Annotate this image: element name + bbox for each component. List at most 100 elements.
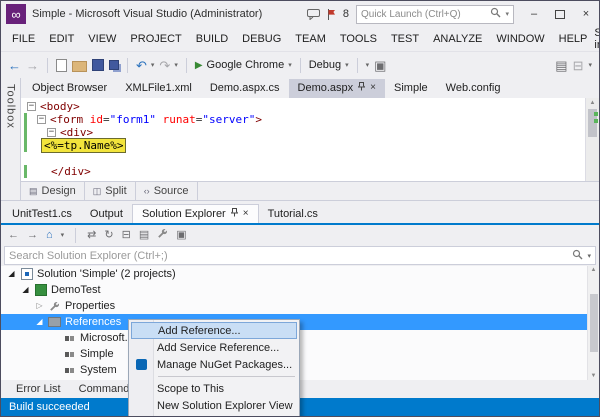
scroll-up-icon[interactable]: ▲ [586,98,599,108]
tab-label: XMLFile1.xml [125,82,192,94]
menu-item-tools[interactable]: TOOLS [333,33,384,45]
expander-icon[interactable]: ◢ [21,286,30,294]
chevron-down-icon[interactable]: ▾ [505,10,509,18]
new-file-icon[interactable] [56,58,67,72]
fold-collapse-icon[interactable]: − [47,128,56,137]
editor-scrollbar[interactable]: ▲ [585,98,599,181]
show-all-files-icon[interactable]: ▤ [139,229,149,241]
undo-dropdown[interactable]: ↶ ▾ [136,59,154,72]
menu-item-manage-nuget-packages[interactable]: Manage NuGet Packages... [130,356,298,373]
tree-item-demotest[interactable]: ◢ DemoTest [1,282,599,298]
close-tab-icon[interactable]: × [243,209,249,219]
pin-icon[interactable] [230,208,239,220]
navigate-forward-icon[interactable]: → [26,59,39,72]
tab-demo-aspx[interactable]: Demo.aspx × [288,79,386,98]
menu-item-file[interactable]: FILE [5,33,42,45]
notifications-flag-icon[interactable] [327,8,336,20]
open-file-icon[interactable] [72,60,87,72]
code-editor[interactable]: − <body> − <form id = "form1" runat = "s… [21,98,585,181]
menu-item-test[interactable]: TEST [384,33,426,45]
forward-icon[interactable]: → [27,229,38,241]
switch-views-chevron-icon[interactable]: ▾ [61,231,65,239]
start-debug-button[interactable]: ▶ Google Chrome ▾ [195,59,292,71]
scrollbar-thumb[interactable] [589,294,598,352]
menu-item-team[interactable]: TEAM [288,33,333,45]
maximize-button[interactable] [547,5,573,24]
solution-configuration-dropdown[interactable]: Debug ▾ [309,59,349,71]
sign-in-button[interactable]: Sign in ▾ [594,27,599,51]
toolbar-options-chevron-icon[interactable]: ▾ [588,61,592,69]
menu-item-scope-to-this[interactable]: Scope to This [130,380,298,397]
tab-web-config[interactable]: Web.config [437,79,510,98]
menu-item-new-solution-explorer-view[interactable]: New Solution Explorer View [130,397,298,414]
tab-demo-aspx-cs[interactable]: Demo.aspx.cs [201,79,289,98]
tab-design[interactable]: ▤ Design [21,182,85,200]
find-in-files-icon[interactable]: ▣ [374,59,386,72]
comment-icon[interactable]: ⊟ [573,59,584,72]
tree-item-microsoft-csharp[interactable]: Microsoft.CSharp [1,330,599,346]
tab-output[interactable]: Output [81,205,132,223]
menu-item-add-reference[interactable]: Add Reference... [131,322,297,339]
quick-launch-input[interactable]: Quick Launch (Ctrl+Q) ▾ [356,4,514,24]
expander-icon[interactable]: ◢ [35,318,44,326]
fold-collapse-icon[interactable]: − [37,115,46,124]
undo-icon[interactable]: ↶ [136,59,147,72]
preview-selected-items-icon[interactable]: ▣ [176,229,186,241]
server-code-nugget: <%=tp.Name%> [41,138,127,153]
expander-icon[interactable]: ▷ [35,302,44,310]
tab-tutorial[interactable]: Tutorial.cs [259,205,327,223]
tab-unittest1[interactable]: UnitTest1.cs [3,205,81,223]
menu-item-add-service-reference[interactable]: Add Service Reference... [130,339,298,356]
tab-solution-explorer[interactable]: Solution Explorer × [131,204,259,223]
pin-icon[interactable] [357,82,366,94]
scroll-down-icon[interactable]: ▼ [591,373,597,379]
sync-with-active-document-icon[interactable]: ⇄ [87,229,96,241]
chevron-down-icon[interactable]: ▾ [587,252,591,260]
expander-icon[interactable]: ◢ [7,270,16,278]
tree-item-system[interactable]: System [1,362,599,378]
menu-item-view[interactable]: VIEW [81,33,123,45]
tab-simple[interactable]: Simple [385,79,437,98]
chevron-down-icon: ▾ [365,62,370,69]
feedback-icon[interactable] [306,8,320,20]
menu-item-edit[interactable]: EDIT [42,33,81,45]
properties-icon[interactable] [157,228,168,242]
redo-icon[interactable]: ↷ [159,59,170,72]
menu-item-analyze[interactable]: ANALYZE [426,33,489,45]
save-all-icon[interactable] [109,60,119,70]
close-tab-icon[interactable]: × [370,83,376,93]
tab-source[interactable]: ‹› Source [136,182,198,200]
redo-dropdown[interactable]: ↷ ▾ [159,59,177,72]
tree-scrollbar[interactable]: ▲ ▼ [587,266,599,380]
toolbox-tab[interactable]: Toolbox [1,78,21,200]
save-icon[interactable] [92,59,104,71]
navigate-back-icon[interactable]: ← [8,59,21,72]
tab-object-browser[interactable]: Object Browser [23,79,116,98]
tab-error-list[interactable]: Error List [7,382,70,396]
menu-item-debug[interactable]: DEBUG [235,33,288,45]
menu-item-build[interactable]: BUILD [189,33,235,45]
tree-item-references[interactable]: ◢ References [1,314,599,330]
collapse-all-icon[interactable]: ⊟ [122,229,131,241]
bookmark-icon[interactable]: ▤ [555,59,567,72]
tab-xmlfile1[interactable]: XMLFile1.xml [116,79,201,98]
menu-item-window[interactable]: WINDOW [489,33,551,45]
solution-platform-dropdown[interactable]: ▾ [366,61,370,69]
home-icon[interactable]: ⌂ [46,229,53,241]
minimize-button[interactable]: – [521,5,547,24]
tree-item-solution[interactable]: ◢ Solution 'Simple' (2 projects) [1,266,599,282]
search-input[interactable] [9,249,569,262]
tab-split[interactable]: ◫ Split [85,182,136,200]
notification-count[interactable]: 8 [343,8,349,20]
back-icon[interactable]: ← [8,229,19,241]
tree-item-properties[interactable]: ▷ Properties [1,298,599,314]
close-button[interactable]: × [573,5,599,24]
title-bar[interactable]: ∞ Simple - Microsoft Visual Studio (Admi… [1,1,599,27]
menu-item-help[interactable]: HELP [552,33,595,45]
fold-collapse-icon[interactable]: − [27,102,36,111]
tree-item-simple[interactable]: Simple [1,346,599,362]
search-box[interactable]: ▾ [4,246,596,265]
scroll-up-icon[interactable]: ▲ [591,267,597,273]
menu-item-project[interactable]: PROJECT [123,33,188,45]
refresh-icon[interactable]: ↻ [104,229,113,241]
